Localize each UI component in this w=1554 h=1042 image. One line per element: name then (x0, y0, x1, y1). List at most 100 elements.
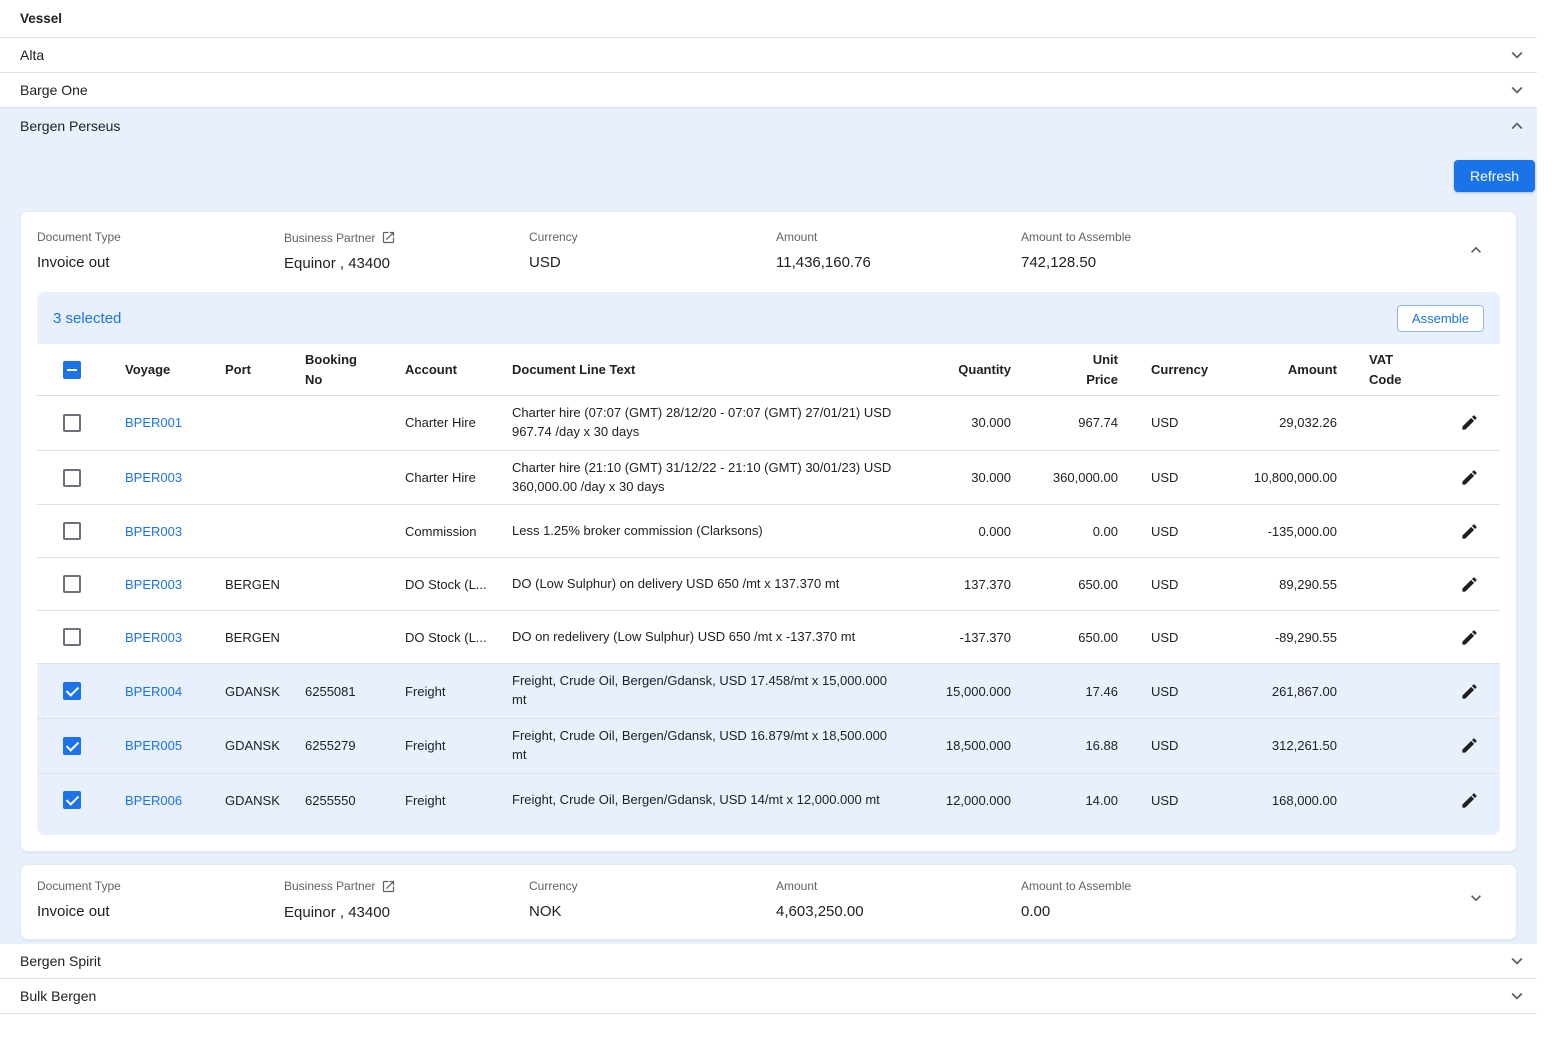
document-type-value: Invoice out (37, 903, 284, 920)
row-checkbox[interactable] (63, 737, 81, 755)
edit-icon[interactable] (1453, 730, 1485, 762)
refresh-button[interactable]: Refresh (1454, 160, 1535, 192)
voyage-link[interactable]: BPER003 (125, 630, 182, 645)
booking-no-cell: 6255279 (305, 738, 405, 753)
amount-cell: 261,867.00 (1213, 684, 1353, 699)
expanded-vessel-section: Bergen Perseus Refresh Document Type Inv… (0, 108, 1537, 944)
table-body: BPER001 Charter Hire Charter hire (07:07… (37, 396, 1500, 827)
account-cell: DO Stock (L... (405, 630, 512, 645)
amount-cell: 89,290.55 (1213, 577, 1353, 592)
table-row: BPER006 GDANSK 6255550 Freight Freight, … (37, 774, 1500, 827)
vessel-row-barge-one[interactable]: Barge One (0, 73, 1537, 108)
select-all-checkbox[interactable] (63, 361, 81, 379)
row-checkbox[interactable] (63, 575, 81, 593)
currency-cell: USD (1134, 793, 1213, 808)
row-checkbox[interactable] (63, 682, 81, 700)
table-row: BPER003 BERGEN DO Stock (L... DO on rede… (37, 611, 1500, 664)
document-line-text-cell: Freight, Crude Oil, Bergen/Gdansk, USD 1… (512, 719, 923, 773)
voyage-link[interactable]: BPER003 (125, 470, 182, 485)
document-type-value: Invoice out (37, 254, 284, 271)
edit-icon[interactable] (1453, 407, 1485, 439)
open-in-new-icon[interactable] (381, 230, 396, 245)
vessel-row-bulk-bergen[interactable]: Bulk Bergen (0, 979, 1537, 1014)
amount-cell: -89,290.55 (1213, 630, 1353, 645)
voyage-link[interactable]: BPER006 (125, 793, 182, 808)
quantity-cell: 15,000.000 (923, 684, 1027, 699)
business-partner-label: Business Partner (284, 231, 375, 245)
vessel-row-bergen-spirit[interactable]: Bergen Spirit (0, 944, 1537, 979)
row-checkbox[interactable] (63, 522, 81, 540)
voyage-link[interactable]: BPER001 (125, 415, 182, 430)
document-type-label: Document Type (37, 879, 284, 893)
port-cell: GDANSK (225, 793, 305, 808)
vessel-row-alta[interactable]: Alta (0, 38, 1537, 73)
quantity-cell: 18,500.000 (923, 738, 1027, 753)
edit-icon[interactable] (1453, 675, 1485, 707)
field-amount-to-assemble: Amount to Assemble 0.00 (1021, 879, 1460, 920)
expand-document-button[interactable] (1460, 884, 1492, 916)
amount-cell: -135,000.00 (1213, 524, 1353, 539)
currency-label: Currency (529, 879, 776, 893)
currency-cell: USD (1134, 738, 1213, 753)
business-partner-label: Business Partner (284, 879, 375, 893)
currency-cell: USD (1134, 630, 1213, 645)
collapse-document-button[interactable] (1460, 235, 1492, 267)
table-header-row: Voyage Port Booking No Account Document … (37, 344, 1500, 396)
quantity-cell: 137.370 (923, 577, 1027, 592)
chevron-down-icon (1503, 982, 1531, 1010)
document-lines-table: Voyage Port Booking No Account Document … (37, 344, 1500, 827)
currency-cell: USD (1134, 415, 1213, 430)
voyage-link[interactable]: BPER004 (125, 684, 182, 699)
col-account: Account (405, 360, 512, 380)
vessel-row-bergen-perseus[interactable]: Bergen Perseus (0, 108, 1537, 143)
col-voyage: Voyage (125, 360, 225, 380)
chevron-down-icon (1466, 888, 1486, 911)
account-cell: DO Stock (L... (405, 577, 512, 592)
table-row: BPER003 BERGEN DO Stock (L... DO (Low Su… (37, 558, 1500, 611)
field-business-partner: Business Partner Equinor , 43400 (284, 879, 529, 921)
open-in-new-icon[interactable] (381, 879, 396, 894)
port-cell: BERGEN (225, 577, 305, 592)
col-quantity: Quantity (923, 360, 1027, 380)
booking-no-cell: 6255081 (305, 684, 405, 699)
business-partner-value: Equinor , 43400 (284, 255, 529, 272)
edit-icon[interactable] (1453, 568, 1485, 600)
col-unit-price: Unit Price (1027, 350, 1134, 389)
selection-bar: 3 selected Assemble (37, 292, 1500, 344)
col-booking-no: Booking No (305, 350, 405, 389)
chevron-down-icon (1503, 947, 1531, 975)
amount-cell: 168,000.00 (1213, 793, 1353, 808)
table-row: BPER001 Charter Hire Charter hire (07:07… (37, 396, 1500, 451)
edit-icon[interactable] (1453, 462, 1485, 494)
chevron-up-icon (1503, 112, 1531, 140)
amount-cell: 312,261.50 (1213, 738, 1353, 753)
edit-icon[interactable] (1453, 515, 1485, 547)
selection-container: 3 selected Assemble Voyage Port Booking … (37, 292, 1500, 835)
unit-price-cell: 650.00 (1027, 577, 1134, 592)
row-checkbox[interactable] (63, 791, 81, 809)
row-checkbox[interactable] (63, 628, 81, 646)
port-cell: GDANSK (225, 684, 305, 699)
amount-to-assemble-label: Amount to Assemble (1021, 879, 1460, 893)
quantity-cell: 12,000.000 (923, 793, 1027, 808)
port-cell: BERGEN (225, 630, 305, 645)
voyage-link[interactable]: BPER005 (125, 738, 182, 753)
document-line-text-cell: Freight, Crude Oil, Bergen/Gdansk, USD 1… (512, 664, 923, 718)
selected-count: 3 selected (53, 310, 121, 327)
edit-icon[interactable] (1453, 621, 1485, 653)
edit-icon[interactable] (1453, 784, 1485, 816)
currency-value: USD (529, 254, 776, 271)
field-amount: Amount 11,436,160.76 (776, 230, 1021, 271)
row-checkbox[interactable] (63, 469, 81, 487)
document-line-text-cell: Less 1.25% broker commission (Clarksons) (512, 514, 923, 549)
account-cell: Commission (405, 524, 512, 539)
table-row: BPER003 Commission Less 1.25% broker com… (37, 505, 1500, 558)
row-checkbox[interactable] (63, 414, 81, 432)
voyage-link[interactable]: BPER003 (125, 524, 182, 539)
quantity-cell: 0.000 (923, 524, 1027, 539)
currency-value: NOK (529, 903, 776, 920)
voyage-link[interactable]: BPER003 (125, 577, 182, 592)
field-document-type: Document Type Invoice out (37, 879, 284, 920)
document-line-text-cell: Freight, Crude Oil, Bergen/Gdansk, USD 1… (512, 783, 923, 818)
assemble-button[interactable]: Assemble (1397, 305, 1484, 332)
